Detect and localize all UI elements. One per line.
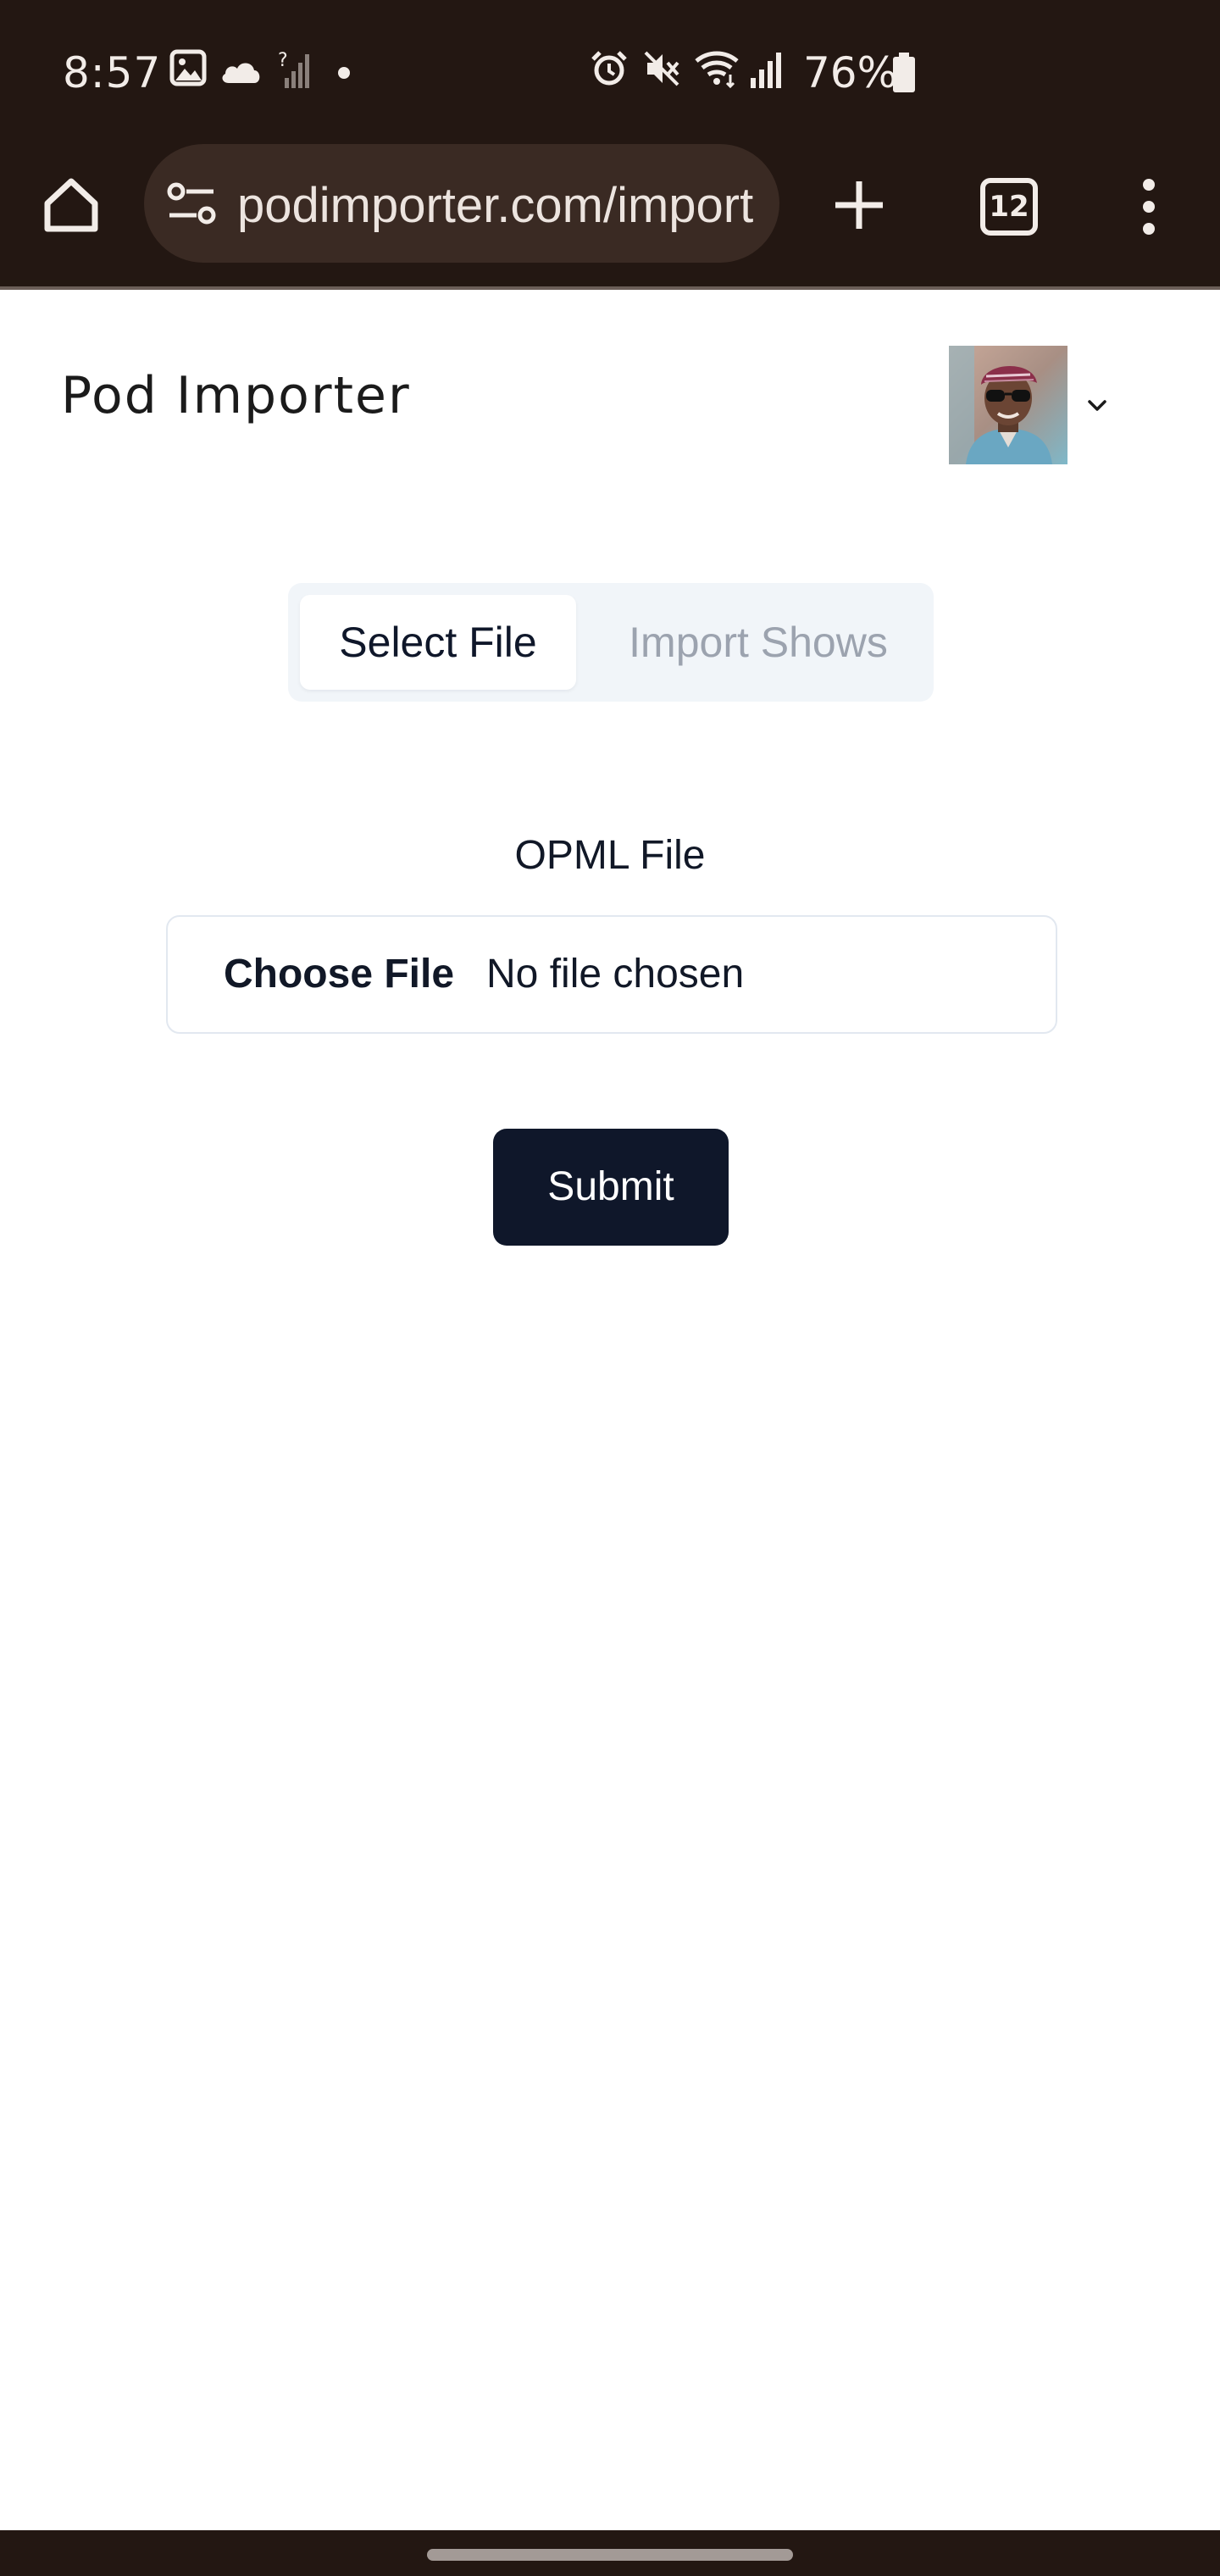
no-signal-icon: ?: [278, 50, 309, 88]
app-header: Pod Importer: [0, 290, 1220, 493]
app-title[interactable]: Pod Importer: [61, 366, 411, 425]
submit-button[interactable]: Submit: [493, 1129, 729, 1246]
chevron-down-icon[interactable]: [1084, 393, 1110, 419]
more-menu-icon[interactable]: [1130, 178, 1167, 236]
import-steps-tabs: Select File Import Shows: [288, 583, 934, 702]
gallery-icon: [169, 49, 207, 86]
opml-file-input[interactable]: Choose File No file chosen: [166, 915, 1057, 1034]
cloud-icon: [222, 63, 260, 83]
tab-switcher-icon[interactable]: 12: [980, 178, 1038, 236]
home-gesture-handle[interactable]: [427, 2549, 793, 2561]
avatar-image: [949, 346, 1068, 464]
site-settings-icon[interactable]: [166, 180, 217, 227]
user-avatar[interactable]: [949, 346, 1068, 464]
browser-toolbar: podimporter.com/import 12: [0, 144, 1220, 288]
gesture-nav-bar: [0, 2530, 1220, 2576]
alarm-icon: [591, 51, 627, 86]
choose-file-button[interactable]: Choose File: [224, 917, 454, 1032]
opml-file-label: OPML File: [514, 833, 706, 878]
file-status-text: No file chosen: [486, 952, 745, 997]
home-icon[interactable]: [41, 175, 102, 236]
mute-icon: [644, 51, 679, 86]
status-time: 8:57: [63, 48, 162, 97]
status-bar: 8:57 ? 76%: [0, 0, 1220, 144]
url-text[interactable]: podimporter.com/import: [237, 178, 753, 234]
tab-select-file[interactable]: Select File: [300, 595, 576, 690]
battery-percentage: 76%: [803, 48, 898, 97]
wifi-icon: [695, 51, 739, 88]
battery-icon: [893, 53, 915, 92]
tab-import-shows[interactable]: Import Shows: [593, 595, 923, 690]
signal-icon: [751, 53, 781, 88]
new-tab-icon[interactable]: [830, 176, 888, 234]
dot-icon: [338, 67, 350, 79]
address-bar[interactable]: podimporter.com/import: [144, 144, 779, 263]
svg-text:?: ?: [278, 50, 288, 71]
